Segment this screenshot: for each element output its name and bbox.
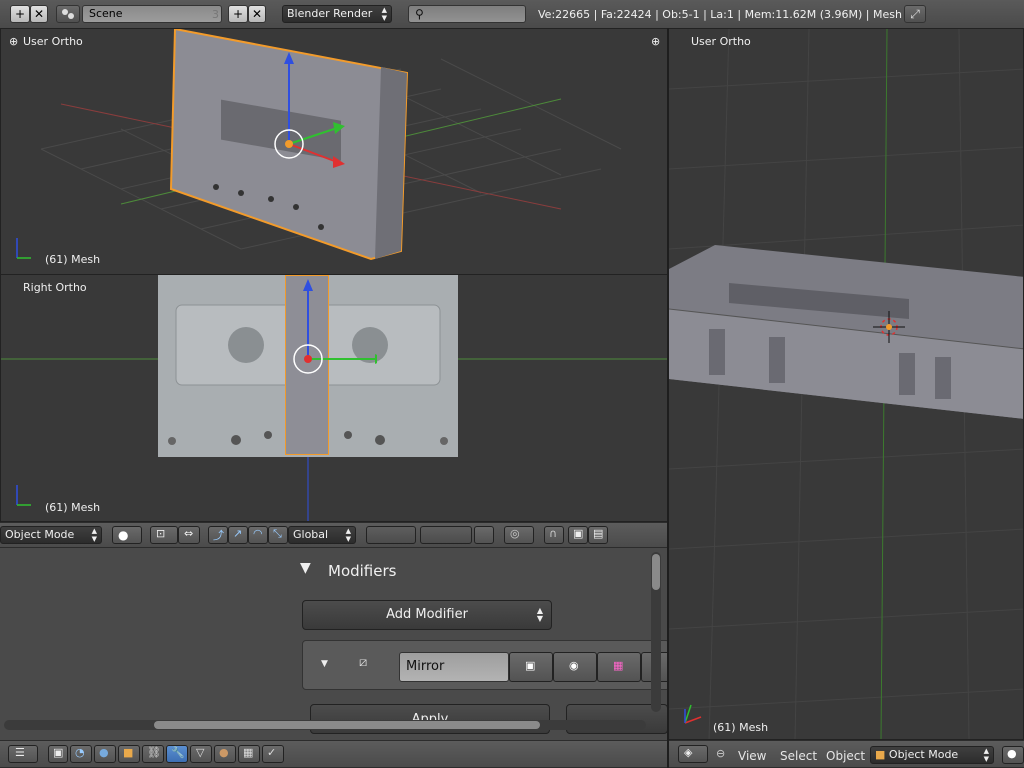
add-scene-icon[interactable]: +	[228, 5, 248, 23]
view-options-icon[interactable]: ⊕	[9, 35, 18, 48]
dropdown-arrows-icon: ▲ ▼	[91, 527, 97, 543]
scene-statistics: Ve:22665 | Fa:22424 | Ob:5-1 | La:1 | Me…	[538, 8, 902, 21]
viewport-right-ortho[interactable]: Right Ortho (61) Mesh	[0, 274, 668, 522]
mirror-modifier-icon: ⧄	[359, 655, 368, 670]
mode-label: Object Mode	[888, 748, 959, 761]
editor-type-icon[interactable]: ◈	[678, 745, 708, 763]
properties-header: ☰ ▣ ◔ ● ■ ⛓ 🔧 ▽ ● ▦ ✓	[0, 740, 668, 768]
particles-icon[interactable]: ✓	[262, 745, 284, 763]
properties-editor: ▼ Modifiers Add Modifier ▲ ▼ ▼ ⧄ Mirror ▣…	[0, 548, 668, 740]
delete-scene-icon[interactable]: ✕	[248, 5, 266, 23]
object-menu[interactable]: Object	[826, 749, 865, 763]
close-screen-icon[interactable]: ✕	[30, 5, 48, 23]
editmode-visibility-icon[interactable]: ▦	[597, 652, 641, 682]
properties-toggle-icon[interactable]: ⊕	[651, 35, 660, 48]
add-modifier-button[interactable]: Add Modifier ▲ ▼	[302, 600, 552, 630]
scrollbar-thumb[interactable]	[154, 721, 540, 729]
properties-horizontal-scrollbar[interactable]	[4, 720, 646, 730]
axis-gizmo-icon	[16, 485, 31, 506]
menu-collapse-icon[interactable]: ⊖	[716, 747, 725, 760]
transform-orientation-select[interactable]: Global ▲ ▼	[288, 526, 356, 544]
viewport-user-ortho-right[interactable]: User Ortho (61) Mesh	[668, 28, 1024, 740]
select-menu[interactable]: Select	[780, 749, 817, 763]
render-camera-icon[interactable]: ▣	[568, 526, 588, 544]
panel-collapse-icon[interactable]: ▼	[300, 560, 320, 576]
object-info: (61) Mesh	[45, 501, 101, 514]
render-anim-icon[interactable]: ▤	[588, 526, 608, 544]
dropdown-arrows-icon: ▲ ▼	[983, 747, 989, 763]
scale-arrow-icon[interactable]: ⤡	[268, 526, 288, 544]
area-divider[interactable]	[667, 28, 669, 768]
scene-name-field[interactable]: Scene	[82, 5, 222, 23]
view3d-header: Object Mode ▲ ▼ ● ⊡ ⇔ ⤴ ↗ ◠ ⤡ Global ▲ ▼ ◎…	[0, 522, 668, 548]
dropdown-arrows-icon: ▲ ▼	[536, 606, 543, 623]
dropdown-arrows-icon: ▲ ▼	[381, 6, 387, 22]
editor-type-icon[interactable]: ☰	[8, 745, 38, 763]
mirror-modifier-box: ▼ ⧄ Mirror ▣ ◉ ▦	[302, 640, 668, 690]
render-icon[interactable]: ▣	[48, 745, 68, 763]
constraint-icon[interactable]: ⛓	[142, 745, 164, 763]
viewport-name: User Ortho	[691, 35, 751, 48]
viewport-name: Right Ortho	[23, 281, 87, 294]
cassette-mesh-perspective	[669, 245, 1023, 419]
add-screen-icon[interactable]: +	[10, 5, 30, 23]
viewport-user-ortho-top-left[interactable]: ⊕ User Ortho ⊕ (61) Mesh	[0, 28, 668, 275]
axis-gizmo-icon	[684, 704, 702, 724]
proportional-edit-icon[interactable]: ◎	[504, 526, 534, 544]
object-info: (61) Mesh	[713, 721, 769, 734]
modifier-icon[interactable]: 🔧	[166, 745, 188, 763]
modifiers-panel-title: Modifiers	[328, 562, 397, 580]
mode-select[interactable]: ■ Object Mode ▲ ▼	[870, 746, 994, 764]
search-icon: ⚲	[415, 7, 424, 21]
axis-gizmo-icon	[16, 238, 31, 259]
render-layers-icon[interactable]: ◔	[70, 745, 92, 763]
properties-vertical-scrollbar[interactable]	[651, 552, 661, 712]
info-header: + ✕ Scene 3 + ✕ Blender Render ▲ ▼ ⚲ Ve:2…	[0, 0, 1024, 29]
scale-manipulator-icon[interactable]: ◠	[248, 526, 268, 544]
viewport-shading-icon[interactable]: ●	[112, 526, 142, 544]
3d-cursor-icon[interactable]	[869, 307, 909, 347]
mode-label: Object Mode	[5, 528, 75, 541]
rotate-manipulator-icon[interactable]: ↗	[228, 526, 248, 544]
dropdown-arrows-icon: ▲ ▼	[345, 527, 351, 543]
mode-select[interactable]: Object Mode ▲ ▼	[0, 526, 102, 544]
layer-buttons-2[interactable]	[420, 526, 472, 544]
orientation-label: Global	[293, 528, 329, 541]
object-info: (61) Mesh	[45, 253, 101, 266]
add-modifier-label: Add Modifier	[386, 607, 468, 622]
render-engine-label: Blender Render	[287, 7, 373, 20]
translate-manipulator-icon[interactable]: ⤴	[208, 526, 228, 544]
search-field[interactable]: ⚲	[408, 5, 526, 23]
scrollbar-thumb[interactable]	[652, 554, 660, 590]
right-view3d-header: ◈ ⊖ View Select Object ■ Object Mode ▲ ▼ …	[668, 740, 1024, 768]
render-engine-select[interactable]: Blender Render ▲ ▼	[282, 5, 392, 23]
expand-modifier-icon[interactable]: ▼	[321, 659, 328, 669]
transform-manipulator[interactable]	[277, 275, 377, 385]
modifier-name-field[interactable]: Mirror	[399, 652, 509, 682]
view-menu[interactable]: View	[738, 749, 766, 763]
world-icon[interactable]: ●	[94, 745, 116, 763]
texture-icon[interactable]: ▦	[238, 745, 260, 763]
pivot-point-icon[interactable]: ⊡	[150, 526, 178, 544]
layer-lock-icon[interactable]	[474, 526, 494, 544]
object-icon[interactable]: ■	[118, 745, 140, 763]
scene-users-count: 3	[212, 8, 219, 21]
render-visibility-icon[interactable]: ▣	[509, 652, 553, 682]
viewport-shading-icon[interactable]: ●	[1002, 746, 1024, 764]
layer-buttons-1[interactable]	[366, 526, 416, 544]
object-mode-icon: ■	[875, 748, 886, 761]
manipulator-toggle-icon[interactable]: ⇔	[178, 526, 200, 544]
viewport-visibility-icon[interactable]: ◉	[553, 652, 597, 682]
scene-icon[interactable]	[56, 5, 80, 23]
material-icon[interactable]: ●	[214, 745, 236, 763]
viewport-name: User Ortho	[23, 35, 83, 48]
transform-manipulator[interactable]	[251, 44, 351, 174]
fullscreen-icon[interactable]: ⤢	[904, 5, 926, 23]
snap-icon[interactable]: ∩	[544, 526, 564, 544]
mesh-data-icon[interactable]: ▽	[190, 745, 212, 763]
